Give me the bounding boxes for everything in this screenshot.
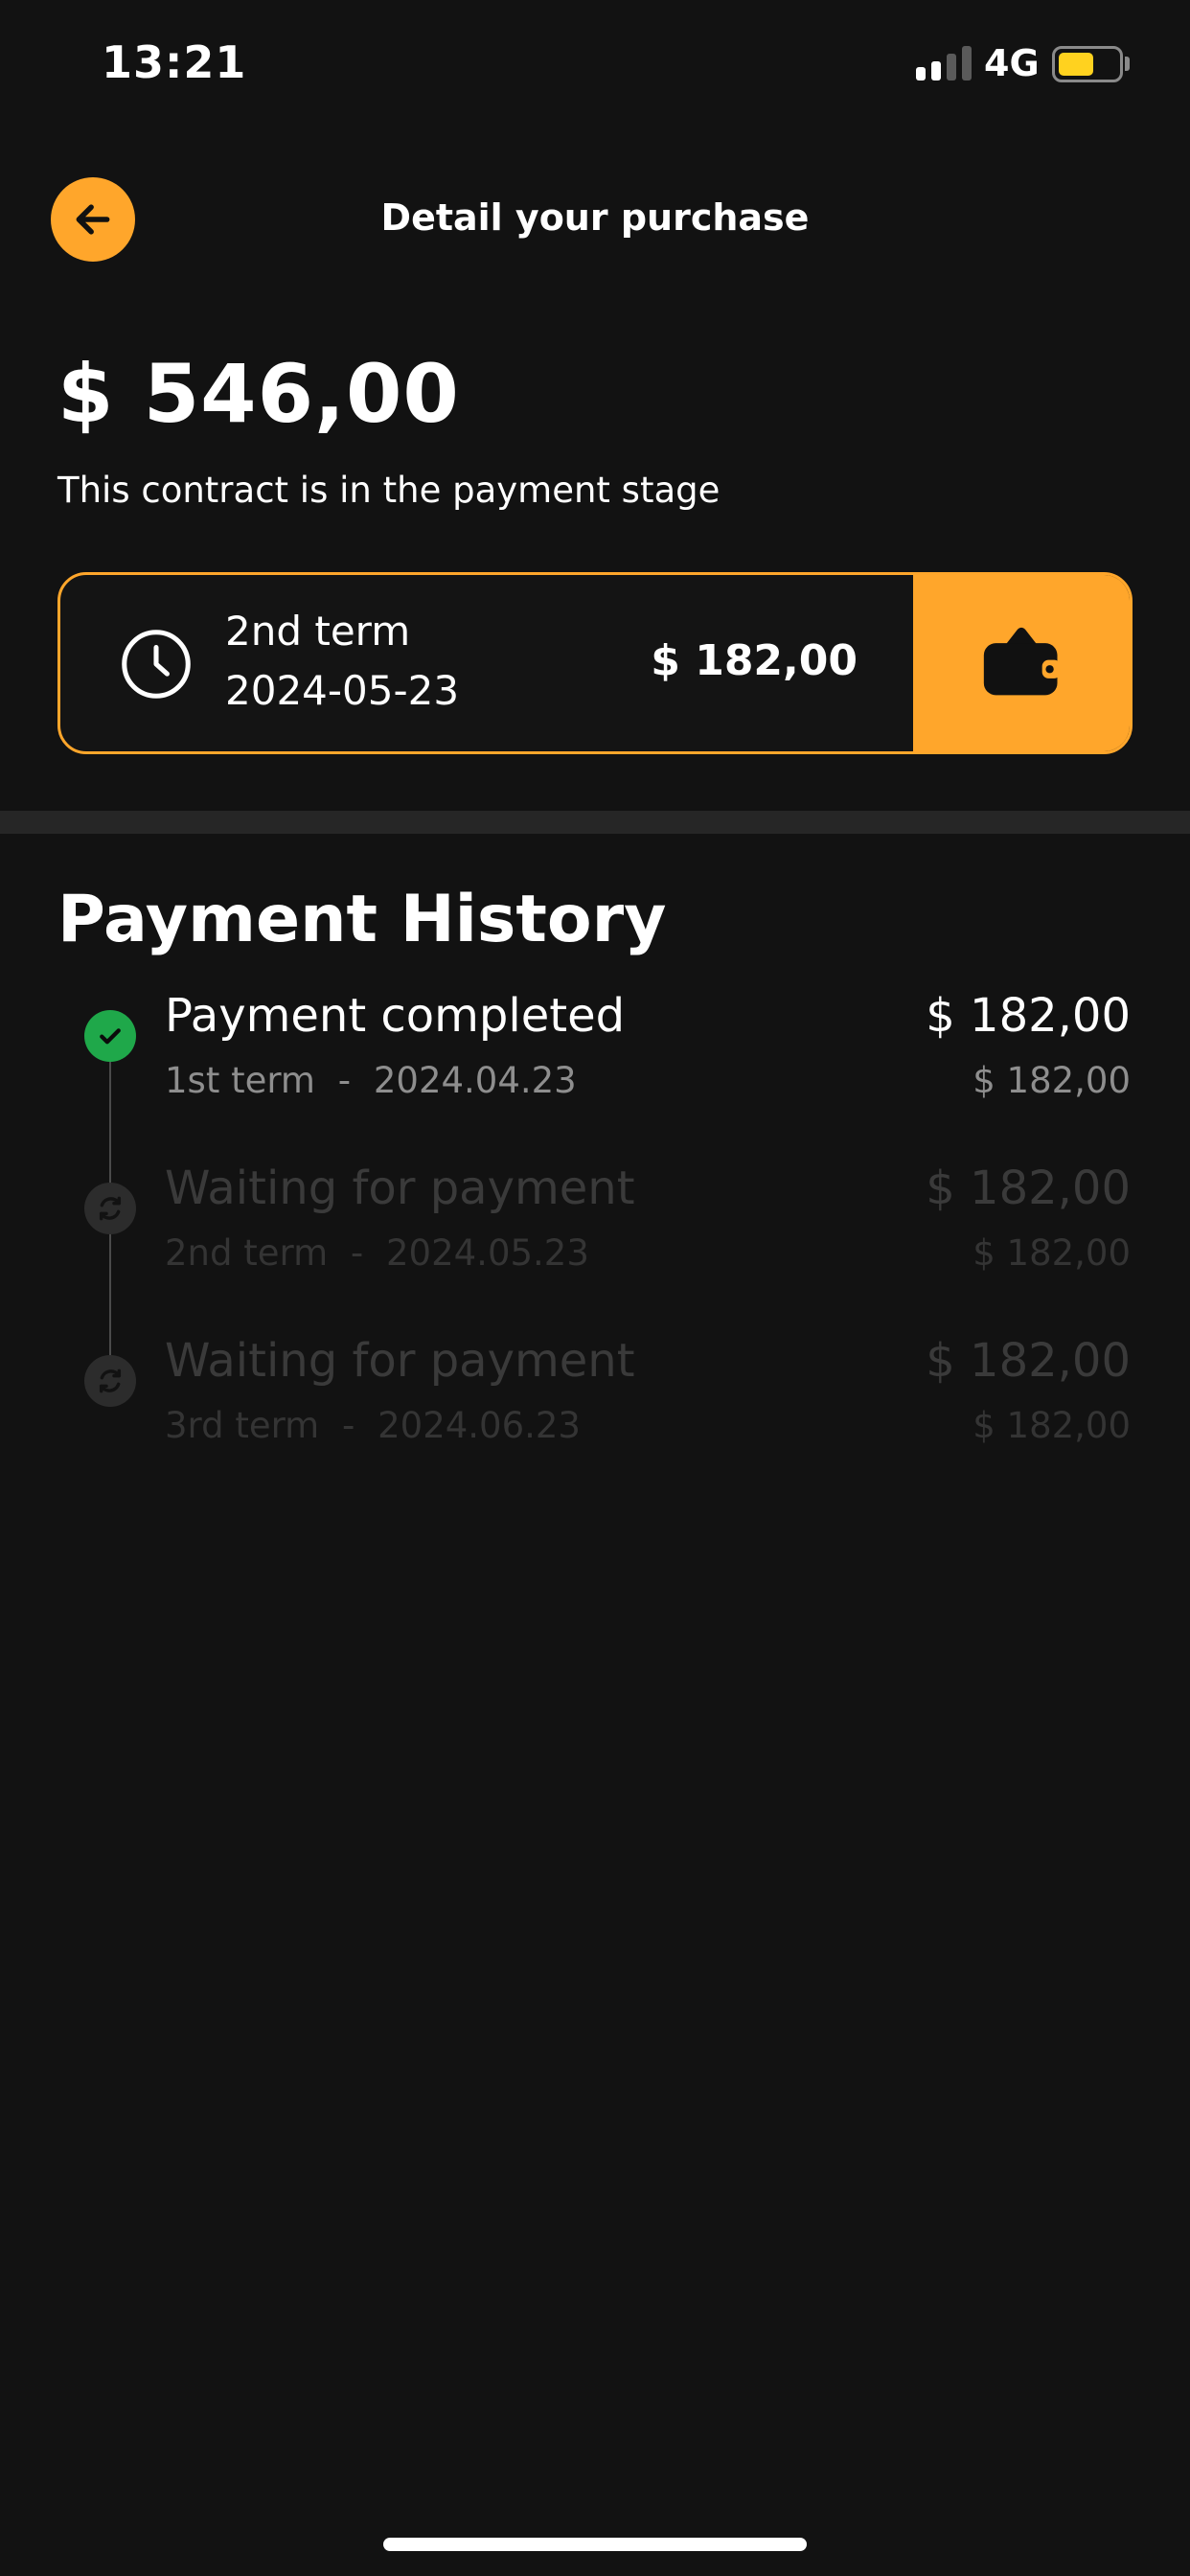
history-item-term-date: 3rd term - 2024.06.23 — [165, 1405, 581, 1446]
section-divider — [0, 811, 1190, 834]
history-item-term-date: 1st term - 2024.04.23 — [165, 1060, 577, 1101]
refresh-icon — [84, 1355, 136, 1407]
history-item-sub-amount: $ 182,00 — [973, 1232, 1131, 1274]
history-item-title: Waiting for payment — [165, 1334, 635, 1388]
history-item-sub-amount: $ 182,00 — [973, 1060, 1131, 1101]
history-item-term: 2nd term — [165, 1232, 329, 1274]
history-item-term: 3rd term — [165, 1405, 320, 1446]
wallet-icon — [983, 627, 1061, 696]
signal-icon — [916, 46, 972, 80]
history-separator: - — [342, 1405, 355, 1446]
history-item-term: 1st term — [165, 1060, 315, 1101]
history-item-title: Waiting for payment — [165, 1162, 635, 1215]
term-amount: $ 182,00 — [651, 636, 858, 685]
history-separator: - — [337, 1060, 352, 1101]
history-item-sub-amount: $ 182,00 — [973, 1405, 1131, 1446]
history-item-date: 2024.04.23 — [373, 1060, 577, 1101]
history-item-amount: $ 182,00 — [926, 1334, 1131, 1388]
history-item: Waiting for payment 3rd term - 2024.06.2… — [0, 1328, 1190, 1482]
refresh-icon — [84, 1183, 136, 1234]
history-item-term-date: 2nd term - 2024.05.23 — [165, 1232, 589, 1274]
payment-history-title: Payment History — [57, 882, 667, 957]
battery-cap — [1125, 57, 1130, 71]
network-type: 4G — [984, 42, 1040, 84]
check-icon — [84, 1010, 136, 1062]
history-item-title: Payment completed — [165, 989, 626, 1043]
home-indicator[interactable] — [383, 2538, 807, 2551]
status-time: 13:21 — [102, 36, 247, 88]
total-amount: $ 546,00 — [57, 347, 460, 441]
pay-button[interactable] — [913, 575, 1130, 751]
battery-icon — [1052, 46, 1123, 82]
page-title: Detail your purchase — [380, 196, 810, 239]
history-item: Payment completed 1st term - 2024.04.23 … — [0, 983, 1190, 1137]
current-term-card[interactable]: 2nd term 2024-05-23 $ 182,00 — [57, 572, 1133, 754]
history-item-date: 2024.06.23 — [378, 1405, 581, 1446]
status-bar: 13:21 4G — [0, 0, 1190, 125]
contract-status-text: This contract is in the payment stage — [57, 470, 721, 511]
history-item-amount: $ 182,00 — [926, 1162, 1131, 1215]
history-item-date: 2024.05.23 — [386, 1232, 589, 1274]
history-separator: - — [350, 1232, 364, 1274]
history-item: Waiting for payment 2nd term - 2024.05.2… — [0, 1156, 1190, 1309]
history-item-amount: $ 182,00 — [926, 989, 1131, 1043]
